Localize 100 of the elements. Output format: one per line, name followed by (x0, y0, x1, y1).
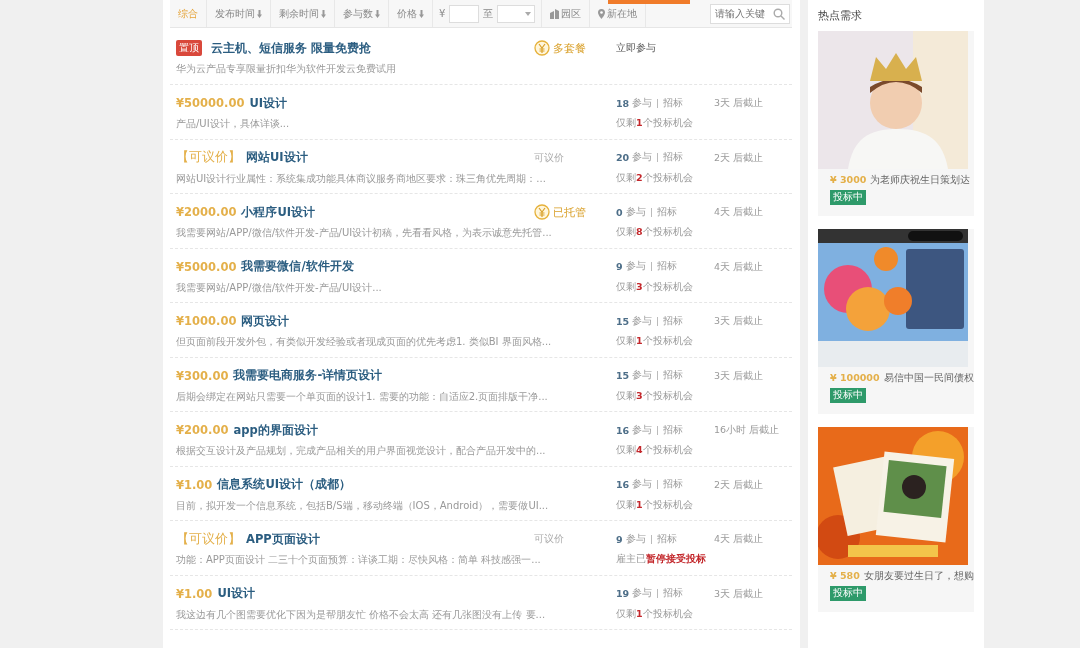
task-description: 产品/UI设计，具体详谈... (176, 117, 290, 131)
building-icon (550, 8, 560, 19)
remaining-label: 仅剩 (616, 335, 636, 346)
demand-card[interactable]: ¥ 100000 易信中国一民间债权 投标中 (818, 229, 974, 414)
demand-card[interactable]: ¥ 580 女朋友要过生日了，想购 投标中 (818, 427, 974, 612)
price-select[interactable] (497, 4, 536, 23)
task-title[interactable]: app的界面设计 (233, 422, 318, 438)
range-label: 至 (483, 6, 494, 21)
bid-mode: 招标 (663, 587, 684, 600)
search-field[interactable]: 请输入关键 (710, 3, 790, 24)
task-price: 【可议价】 (176, 530, 241, 548)
card-price: ¥ 3000 (830, 174, 867, 187)
task-price: ¥50000.00 (176, 96, 245, 110)
participant-label: 参与 (632, 423, 653, 437)
deadline: 3天 后截止 (714, 369, 764, 381)
participant-count: 0 (616, 206, 623, 218)
task-title[interactable]: UI设计 (249, 95, 287, 111)
participant-count: 16 (616, 479, 630, 490)
deadline: 2天 后截止 (714, 478, 764, 490)
remaining-label: 仅剩 (616, 498, 636, 510)
task-price: ¥1000.00 (176, 314, 237, 328)
payment-label: 多套餐 (553, 41, 586, 56)
remaining-count: 1 (636, 335, 643, 346)
remaining-count: 1 (636, 498, 643, 510)
participant-label: 参与 (632, 587, 653, 600)
participant-label: 参与 (632, 369, 653, 382)
remaining-label: 仅剩 (616, 117, 636, 128)
remaining-count: 3 (636, 280, 643, 292)
deadline: 16小时 后截止 (714, 424, 780, 435)
join-link[interactable]: 立即参与 (616, 40, 656, 56)
task-title[interactable]: 信息系统UI设计（成都） (217, 477, 351, 492)
card-title[interactable]: 为老师庆祝生日策划达 (870, 174, 971, 187)
remaining-label: 个投标机会 (642, 171, 693, 183)
promo-tag[interactable] (608, 0, 690, 4)
card-title[interactable]: 女朋友要过生日了，想购 (863, 570, 974, 583)
remaining-label: 仅剩 (616, 226, 636, 237)
task-description: 我需要网站/APP/微信/软件开发-产品/UI设计初稿，先看看风格，为表示诚意先托管... (176, 226, 552, 240)
payment-label: 已托管 (553, 205, 586, 220)
participant-count: 15 (616, 370, 630, 381)
remaining-label: 个投标机会 (642, 280, 693, 292)
task-title[interactable]: 网站UI设计 (246, 150, 308, 165)
remaining-count: 8 (636, 226, 643, 237)
remaining-count: 3 (636, 389, 643, 401)
participant-count: 19 (616, 588, 630, 599)
task-title[interactable]: APP页面设计 (246, 531, 320, 547)
task-title[interactable]: 我需要微信/软件开发 (241, 259, 354, 274)
deadline: 4天 后截止 (714, 260, 764, 272)
budget-label: 可议价 (534, 150, 564, 165)
bid-mode: 招标 (656, 205, 677, 219)
demand-card[interactable]: ¥ 3000 为老师庆祝生日策划达 投标中 (818, 31, 974, 216)
task-description: 我需要网站/APP/微信/软件开发-产品/UI设计... (176, 280, 382, 295)
bid-mode: 招标 (656, 260, 677, 273)
participant-label: 参与 (632, 314, 653, 328)
task-price: ¥300.00 (176, 368, 229, 383)
remaining-label: 仅剩 (616, 444, 636, 455)
remaining-count: 4 (636, 444, 643, 455)
bid-mode: 招标 (656, 532, 677, 546)
deadline: 2天 后截止 (714, 151, 764, 163)
park-filter[interactable]: 园区 (561, 6, 582, 21)
participant-count: 9 (616, 533, 623, 545)
participant-label: 参与 (632, 151, 653, 164)
sort-tab[interactable]: 剩余时间 (271, 0, 335, 27)
participant-label: 参与 (625, 260, 646, 273)
location-filter[interactable]: 新在地 (607, 6, 638, 21)
task-price: 【可议价】 (176, 149, 241, 166)
remaining-count: 1 (636, 607, 643, 619)
card-title[interactable]: 易信中国一民间债权 (883, 372, 974, 385)
remaining-label: 个投标机会 (642, 498, 693, 510)
remaining-label: 个投标机会 (642, 117, 693, 128)
deadline: 3天 后截止 (714, 315, 764, 326)
promo-badge: 置顶 (176, 40, 202, 56)
price-input[interactable] (449, 4, 480, 23)
task-price: ¥1.00 (176, 477, 213, 492)
sort-tab[interactable]: 参与数 (335, 0, 389, 27)
search-icon (773, 7, 785, 20)
participant-count: 20 (616, 152, 630, 163)
participant-label: 参与 (632, 478, 653, 491)
remaining-label: 仅剩 (616, 389, 636, 401)
task-price: ¥5000.00 (176, 259, 237, 274)
remaining-label: 雇主已 (616, 553, 646, 564)
task-title[interactable]: 我需要电商服务-详情页设计 (233, 368, 383, 383)
task-title[interactable]: 小程序UI设计 (241, 204, 315, 220)
task-title[interactable]: 网页设计 (241, 313, 290, 329)
participant-count: 15 (616, 315, 630, 327)
task-description: 但页面前段开发外包，有类似开发经验或者现成页面的优先考虑1. 类似BI 界面风格... (176, 335, 552, 349)
task-title[interactable]: 云主机、短信服务 限量免费抢 (211, 39, 372, 57)
sort-tab[interactable]: 发布时间 (207, 0, 271, 27)
sidebar-title: 热点需求 (818, 8, 863, 23)
sort-tab[interactable]: 价格 (389, 0, 433, 27)
task-title[interactable]: UI设计 (217, 586, 255, 601)
participant-label: 参与 (625, 205, 646, 219)
remaining-label: 仅剩 (616, 280, 636, 292)
budget-label: 可议价 (534, 532, 564, 546)
status-badge: 投标中 (830, 586, 866, 601)
card-price: ¥ 100000 (830, 372, 880, 385)
card-price: ¥ 580 (830, 570, 860, 583)
yen-coin-icon (534, 40, 550, 56)
remaining-label: 个投标机会 (642, 335, 693, 346)
task-description: 根据交互设计及产品规划，完成产品相关的用户界面视觉设计，配合产品开发中的... (176, 444, 546, 458)
yen-coin-icon (534, 204, 550, 220)
